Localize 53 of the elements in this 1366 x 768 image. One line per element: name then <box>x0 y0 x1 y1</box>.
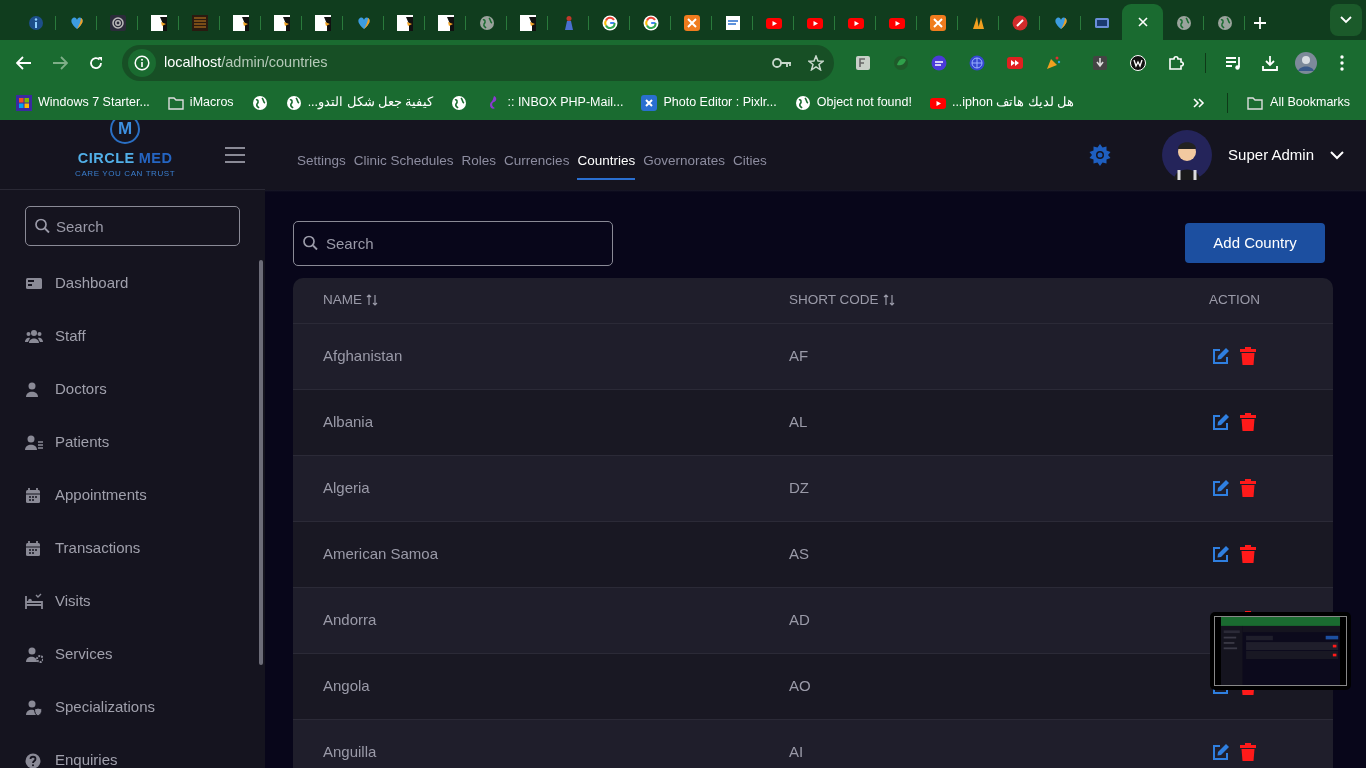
bookmark[interactable]: Windows 7 Starter... <box>10 91 156 114</box>
column-header[interactable]: NAME <box>323 290 362 311</box>
logo-mark: M <box>110 120 141 144</box>
nav-tab[interactable]: Currencies <box>504 144 570 180</box>
nav-tab[interactable]: Settings <box>297 144 346 180</box>
table-cell: DZ <box>789 479 809 497</box>
nav-tab[interactable]: Governorates <box>643 144 725 180</box>
url-path: /admin/countries <box>221 52 328 72</box>
sidebar-link[interactable]: Transactions <box>55 537 141 560</box>
column-header: ACTION <box>1209 291 1260 310</box>
bookmark[interactable]: Object not found! <box>788 91 918 114</box>
nav-tab[interactable]: Clinic Schedules <box>353 144 454 180</box>
sidebar-link[interactable]: Services <box>55 643 113 666</box>
brand-name: MED <box>138 149 173 168</box>
table-cell: Andorra <box>323 611 377 629</box>
table-cell: AL <box>789 413 808 431</box>
brand-tagline: CARE YOU CAN TRUST <box>75 169 176 178</box>
sidebar-link[interactable]: Enquiries <box>55 749 118 768</box>
bookmark-folder[interactable]: All Bookmarks <box>1240 91 1356 114</box>
sidebar-link[interactable]: Doctors <box>55 378 107 401</box>
sidebar-link[interactable]: Staff <box>55 325 86 348</box>
nav-tab[interactable]: Cities <box>732 144 767 180</box>
table-cell: Algeria <box>323 479 370 497</box>
table-cell: AI <box>789 743 804 761</box>
bookmark[interactable]: Photo Editor : Pixlr... <box>635 91 783 114</box>
nav-tab[interactable]: Countries <box>577 144 636 180</box>
table-cell: Afghanistan <box>323 347 403 365</box>
table-cell: Anguilla <box>323 743 377 761</box>
brand-name: CIRCLE <box>77 149 135 168</box>
sidebar-link[interactable]: Dashboard <box>55 272 129 295</box>
bookmark[interactable]: هل لديك هاتف iphon... <box>923 91 1081 114</box>
sidebar-link[interactable]: Visits <box>55 590 91 613</box>
table-cell: AF <box>789 347 809 365</box>
table-cell: Angola <box>323 677 370 695</box>
sidebar-link[interactable]: Specializations <box>55 696 156 719</box>
nav-tab[interactable]: Roles <box>461 144 497 180</box>
table-cell: AS <box>789 545 809 563</box>
sidebar-link[interactable]: Appointments <box>55 484 147 507</box>
url-host: localhost <box>164 52 222 72</box>
bookmark[interactable]: iMacros <box>161 91 240 114</box>
bookmark[interactable]: :: INBOX PHP-Mail... <box>479 91 630 114</box>
address-bar[interactable]: localhost/admin/countries <box>122 44 834 81</box>
search-field[interactable]: Search <box>293 220 613 266</box>
add-country-button[interactable]: Add Country <box>1185 222 1325 263</box>
search-field[interactable]: Search <box>25 206 240 246</box>
table-cell: American Samoa <box>323 545 439 563</box>
table-cell: Albania <box>323 413 374 431</box>
bookmark[interactable]: كيفية جعل شكل التدو... <box>279 91 440 114</box>
column-header[interactable]: SHORT CODE <box>789 290 879 311</box>
table-cell: AO <box>789 677 811 695</box>
user-name[interactable]: Super Admin <box>1228 143 1314 167</box>
table-cell: AD <box>789 611 810 629</box>
sidebar-link[interactable]: Patients <box>55 431 110 454</box>
